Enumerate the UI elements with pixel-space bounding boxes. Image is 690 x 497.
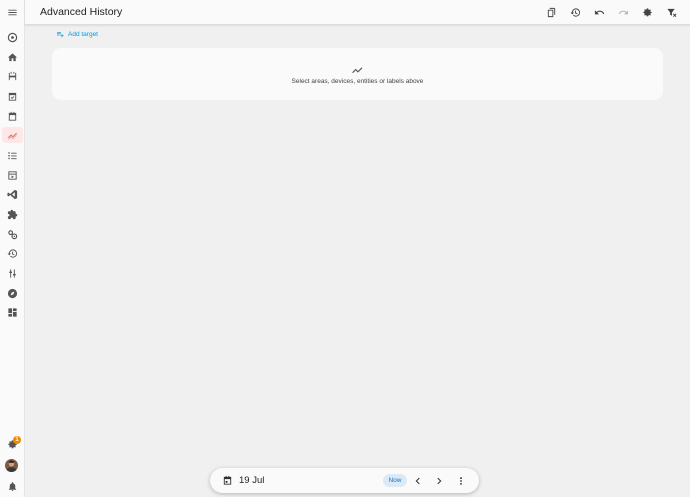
vscode-icon[interactable]: [2, 186, 23, 202]
settings-button[interactable]: [640, 5, 654, 19]
history-chart-icon[interactable]: [2, 127, 23, 143]
overview-icon[interactable]: [2, 29, 23, 45]
empty-state-message: Select areas, devices, entities or label…: [291, 77, 424, 85]
home-icon[interactable]: [2, 49, 23, 65]
backup-history-icon[interactable]: [2, 245, 23, 261]
date-picker-bar: 19 Jul Now: [210, 468, 479, 493]
add-target-button[interactable]: Add target: [56, 29, 98, 39]
redo-button[interactable]: [616, 5, 630, 19]
menu-icon[interactable]: [2, 4, 23, 20]
date-label[interactable]: 19 Jul: [239, 475, 264, 486]
clear-filter-button[interactable]: [664, 5, 678, 19]
page-title: Advanced History: [40, 6, 123, 18]
puzzle-icon[interactable]: [2, 206, 23, 222]
undo-icon: [594, 9, 604, 14]
notification-badge: 1: [13, 436, 21, 444]
settings-cogs-icon[interactable]: [2, 226, 23, 242]
compass-icon[interactable]: [2, 285, 23, 301]
add-target-label: Add target: [68, 30, 98, 38]
next-button[interactable]: [432, 474, 445, 487]
media-icon[interactable]: [2, 167, 23, 183]
chart-line-icon: [352, 66, 363, 73]
calendar-icon[interactable]: [222, 475, 233, 486]
chevron-left-icon: [415, 477, 420, 484]
chevron-right-icon: [436, 477, 441, 484]
history-icon: [569, 7, 580, 17]
top-app-bar: Advanced History: [25, 0, 690, 25]
filter-remove-icon: [666, 8, 676, 17]
calendar-icon[interactable]: [2, 108, 23, 124]
now-button[interactable]: Now: [383, 474, 407, 487]
redo-icon: [618, 9, 628, 14]
more-button[interactable]: [454, 474, 467, 487]
undo-button[interactable]: [592, 5, 606, 19]
todo-list-icon[interactable]: [2, 147, 23, 163]
settings-icon: [642, 7, 652, 16]
energy-icon[interactable]: [2, 68, 23, 84]
empty-state-card: Select areas, devices, entities or label…: [52, 48, 663, 100]
previous-button[interactable]: [411, 474, 424, 487]
copy-button[interactable]: [544, 5, 558, 19]
playlist-add-icon: [57, 32, 64, 38]
avatar[interactable]: [5, 459, 18, 472]
calendar-check-icon[interactable]: [2, 88, 23, 104]
equalizer-icon[interactable]: [2, 265, 23, 281]
dashboard-icon[interactable]: [2, 304, 23, 320]
history-button[interactable]: [568, 5, 582, 19]
dots-vertical-icon: [459, 476, 462, 485]
sidebar: 1: [0, 0, 25, 497]
bell-icon[interactable]: [2, 478, 23, 494]
copy-icon: [547, 7, 555, 17]
